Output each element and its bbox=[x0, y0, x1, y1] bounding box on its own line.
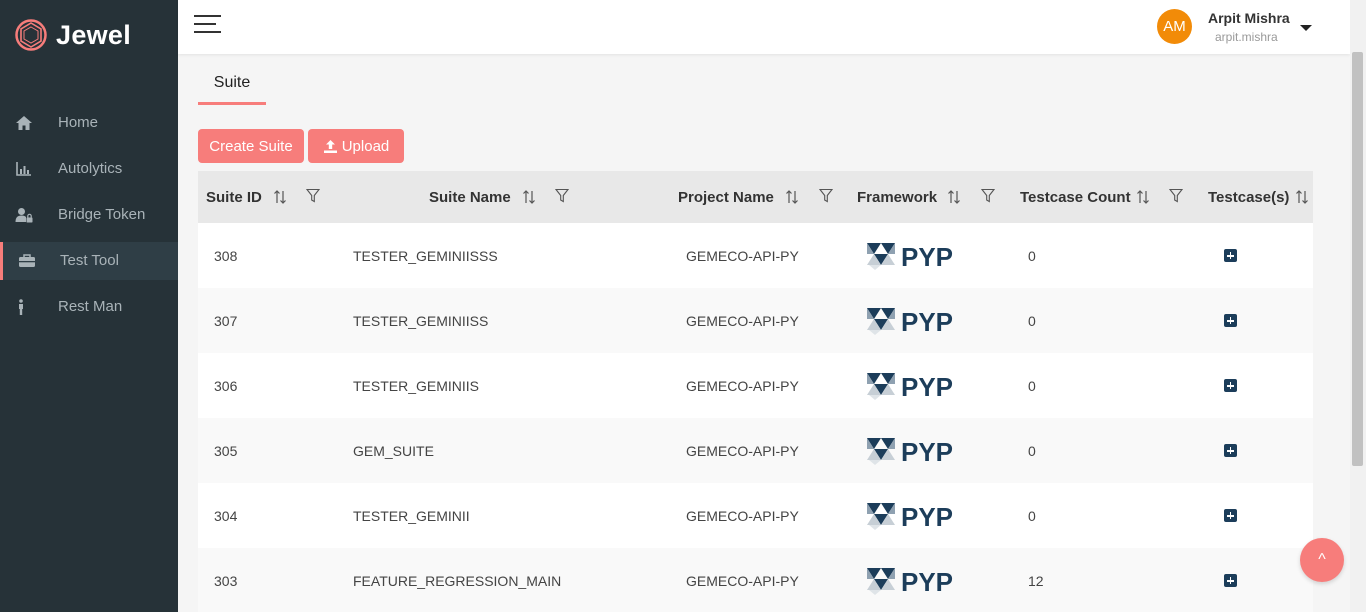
sidebar-item-autolytics[interactable]: Autolytics bbox=[0, 150, 178, 188]
cell-testcase-count: 0 bbox=[1028, 313, 1036, 329]
pyp-logo-text: PYP bbox=[901, 242, 953, 271]
cell-suite-name: TESTER_GEMINIIS bbox=[353, 378, 480, 394]
cell-suite-name: GEM_SUITE bbox=[353, 443, 434, 459]
expand-testcases-button[interactable] bbox=[1224, 249, 1237, 262]
sidebar-item-label: Bridge Token bbox=[58, 206, 146, 223]
cell-testcase-count: 12 bbox=[1028, 573, 1044, 589]
pyp-framework-logo: PYP bbox=[867, 242, 953, 271]
pyp-framework-logo: PYP bbox=[867, 307, 953, 336]
cell-suite-id: 305 bbox=[214, 443, 238, 459]
table-row[interactable]: 304 TESTER_GEMINII GEMECO-API-PY PYP 0 bbox=[198, 483, 1313, 548]
column-header-suite-id[interactable]: Suite ID bbox=[206, 189, 262, 206]
expand-testcases-button[interactable] bbox=[1224, 574, 1237, 587]
cell-suite-name: TESTER_GEMINIISS bbox=[353, 313, 489, 329]
cell-testcase-count: 0 bbox=[1028, 248, 1036, 264]
table-row[interactable]: 308 TESTER_GEMINIISSS GEMECO-API-PY PYP 0 bbox=[198, 223, 1313, 288]
cell-testcase-count: 0 bbox=[1028, 378, 1036, 394]
filter-icon[interactable] bbox=[819, 188, 833, 203]
scrollbar-thumb[interactable] bbox=[1352, 52, 1363, 466]
cell-project-name: GEMECO-API-PY bbox=[686, 573, 799, 589]
cell-suite-id: 307 bbox=[214, 313, 238, 329]
pyp-framework-logo: PYP bbox=[867, 502, 953, 531]
sort-icon[interactable] bbox=[1295, 190, 1309, 204]
sidebar-item-home[interactable]: Home bbox=[0, 104, 178, 142]
cell-project-name: GEMECO-API-PY bbox=[686, 378, 799, 394]
cell-suite-name: TESTER_GEMINIISSS bbox=[353, 248, 498, 264]
upload-icon bbox=[323, 139, 337, 153]
cell-suite-id: 303 bbox=[214, 573, 238, 589]
home-icon bbox=[16, 116, 32, 130]
table-row[interactable]: 306 TESTER_GEMINIIS GEMECO-API-PY PYP 0 bbox=[198, 353, 1313, 418]
tab-suite[interactable]: Suite bbox=[198, 72, 266, 105]
upload-button[interactable]: Upload bbox=[308, 129, 404, 163]
table-row[interactable]: 303 FEATURE_REGRESSION_MAIN GEMECO-API-PY P… bbox=[198, 548, 1313, 612]
bar-chart-icon bbox=[16, 162, 31, 176]
sidebar: Jewel Home Autolytics Bridge Token Test … bbox=[0, 0, 178, 612]
pyp-logo-text: PYP bbox=[901, 502, 953, 531]
pyp-logo-text: PYP bbox=[901, 567, 953, 596]
scroll-to-top-button[interactable]: ^ bbox=[1300, 538, 1344, 582]
cell-suite-name: TESTER_GEMINII bbox=[353, 508, 470, 524]
pyp-logo-text: PYP bbox=[901, 372, 953, 401]
column-header-suite-name[interactable]: Suite Name bbox=[429, 189, 511, 206]
sidebar-item-rest-man[interactable]: Rest Man bbox=[0, 288, 178, 326]
pyp-framework-logo: PYP bbox=[867, 567, 953, 596]
column-header-testcase-count[interactable]: Testcase Count bbox=[1020, 189, 1131, 206]
table-row[interactable]: 307 TESTER_GEMINIISS GEMECO-API-PY PYP 0 bbox=[198, 288, 1313, 353]
sort-icon[interactable] bbox=[785, 190, 799, 204]
sort-icon[interactable] bbox=[1136, 190, 1150, 204]
user-lock-icon bbox=[15, 208, 33, 223]
cell-suite-name: FEATURE_REGRESSION_MAIN bbox=[353, 573, 562, 589]
cell-suite-id: 304 bbox=[214, 508, 238, 524]
user-handle: arpit.mishra bbox=[1215, 30, 1278, 44]
cell-project-name: GEMECO-API-PY bbox=[686, 248, 799, 264]
sidebar-item-test-tool[interactable]: Test Tool bbox=[0, 242, 178, 280]
sidebar-item-label: Autolytics bbox=[58, 160, 123, 177]
pyp-logo-text: PYP bbox=[901, 437, 953, 466]
upload-button-label: Upload bbox=[341, 137, 390, 155]
sidebar-item-bridge-token[interactable]: Bridge Token bbox=[0, 196, 178, 234]
brand-name: Jewel bbox=[56, 19, 132, 50]
expand-testcases-button[interactable] bbox=[1224, 444, 1237, 457]
sidebar-item-label: Test Tool bbox=[60, 252, 119, 269]
brand[interactable]: Jewel bbox=[14, 18, 131, 52]
expand-testcases-button[interactable] bbox=[1224, 379, 1237, 392]
column-header-framework[interactable]: Framework bbox=[857, 189, 937, 206]
sort-icon[interactable] bbox=[947, 190, 961, 204]
cell-testcase-count: 0 bbox=[1028, 508, 1036, 524]
person-icon bbox=[19, 299, 23, 315]
sort-icon[interactable] bbox=[273, 190, 287, 204]
expand-testcases-button[interactable] bbox=[1224, 314, 1237, 327]
table-row[interactable]: 305 GEM_SUITE GEMECO-API-PY PYP 0 bbox=[198, 418, 1313, 483]
cell-project-name: GEMECO-API-PY bbox=[686, 313, 799, 329]
toolbox-icon bbox=[19, 254, 35, 267]
filter-icon[interactable] bbox=[555, 188, 569, 203]
column-header-testcases[interactable]: Testcase(s) bbox=[1208, 189, 1289, 206]
create-suite-button[interactable]: Create Suite bbox=[198, 129, 304, 163]
cell-project-name: GEMECO-API-PY bbox=[686, 508, 799, 524]
user-name[interactable]: Arpit Mishra bbox=[1208, 10, 1290, 26]
column-header-project-name[interactable]: Project Name bbox=[678, 189, 774, 206]
sort-icon[interactable] bbox=[522, 190, 536, 204]
filter-icon[interactable] bbox=[306, 188, 320, 203]
chevron-down-icon[interactable] bbox=[1300, 25, 1312, 31]
hamburger-icon[interactable] bbox=[194, 14, 221, 34]
pyp-logo-text: PYP bbox=[901, 307, 953, 336]
jewel-logo-icon bbox=[15, 19, 47, 51]
top-header: AM Arpit Mishra arpit.mishra bbox=[178, 0, 1350, 54]
sidebar-item-label: Home bbox=[58, 114, 99, 131]
filter-icon[interactable] bbox=[981, 188, 995, 203]
cell-project-name: GEMECO-API-PY bbox=[686, 443, 799, 459]
cell-suite-id: 308 bbox=[214, 248, 238, 264]
sidebar-item-label: Rest Man bbox=[58, 298, 123, 315]
pyp-framework-logo: PYP bbox=[867, 372, 953, 401]
table-header: Suite ID Suite Name Project Name Framewo… bbox=[198, 171, 1313, 223]
pyp-framework-logo: PYP bbox=[867, 437, 953, 466]
avatar[interactable]: AM bbox=[1157, 9, 1192, 44]
expand-testcases-button[interactable] bbox=[1224, 509, 1237, 522]
cell-suite-id: 306 bbox=[214, 378, 238, 394]
filter-icon[interactable] bbox=[1169, 188, 1183, 203]
cell-testcase-count: 0 bbox=[1028, 443, 1036, 459]
